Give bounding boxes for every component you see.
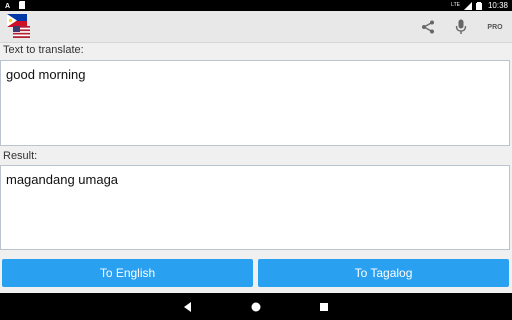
result-output[interactable]: magandang umaga [0, 165, 510, 250]
share-icon[interactable] [418, 17, 438, 37]
to-tagalog-button[interactable]: To Tagalog [258, 259, 509, 287]
sd-card-icon [18, 1, 26, 9]
input-label: Text to translate: [3, 44, 84, 56]
recent-apps-icon[interactable] [317, 300, 331, 314]
home-icon[interactable] [249, 300, 263, 314]
battery-icon [475, 1, 484, 10]
pro-button[interactable]: PRO [484, 17, 506, 37]
clock: 10:38 [487, 1, 508, 10]
result-label: Result: [3, 150, 38, 162]
back-icon[interactable] [181, 300, 195, 314]
app-notification-icon: A [4, 1, 12, 10]
app-toolbar: PRO [0, 11, 512, 43]
to-english-button[interactable]: To English [2, 259, 253, 287]
app-logo-icon [6, 13, 32, 39]
text-to-translate-input[interactable]: good morning [0, 60, 510, 146]
status-bar: A LTE 10:38 [0, 0, 512, 11]
network-type: LTE [451, 2, 460, 8]
svg-text:A: A [5, 3, 10, 9]
signal-icon [463, 1, 472, 10]
microphone-icon[interactable] [451, 17, 471, 37]
system-nav-bar [0, 293, 512, 320]
